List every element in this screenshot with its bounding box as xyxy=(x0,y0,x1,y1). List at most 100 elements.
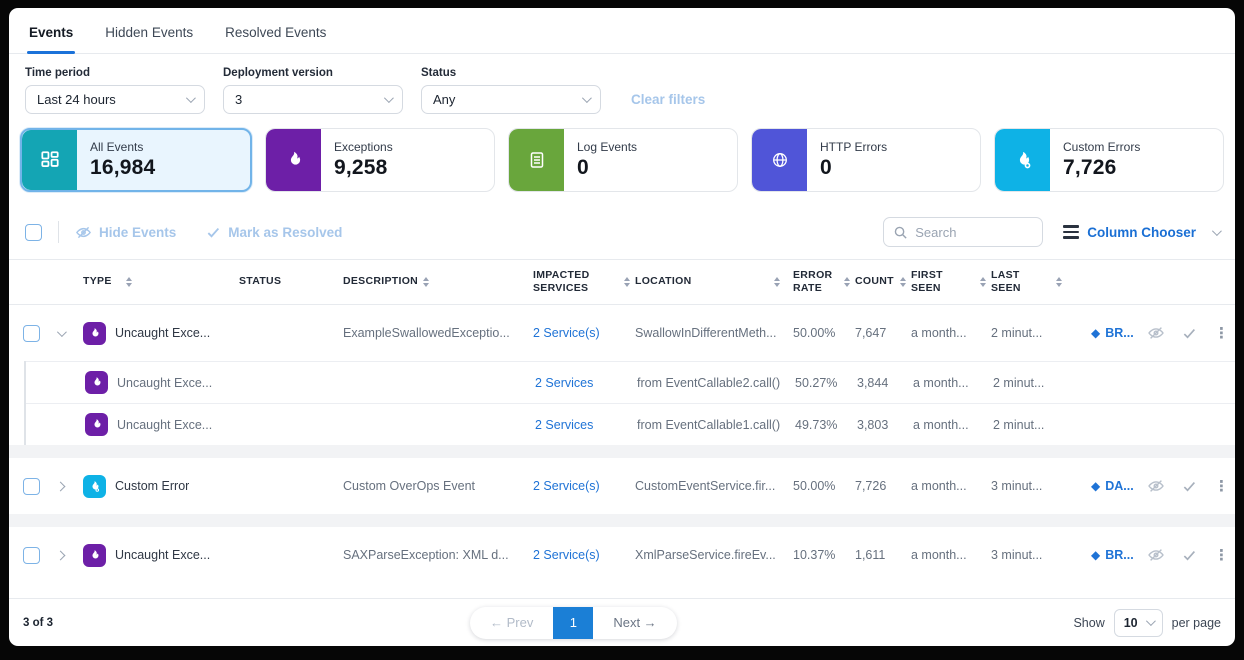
hide-event-icon[interactable] xyxy=(1147,546,1165,564)
table-toolbar: Hide Events Mark as Resolved Column Choo… xyxy=(9,208,1235,259)
table-subrow[interactable]: Uncaught Exce... 2 Services from EventCa… xyxy=(26,403,1235,445)
column-header-type[interactable]: TYPE xyxy=(83,275,235,288)
current-page-button[interactable]: 1 xyxy=(553,607,593,639)
services-link[interactable]: 2 Service(s) xyxy=(533,326,600,340)
row-checkbox[interactable] xyxy=(23,325,40,342)
row-group-separator xyxy=(9,514,1235,527)
event-description: Custom OverOps Event xyxy=(343,479,533,493)
row-checkbox[interactable] xyxy=(23,547,40,564)
table-row[interactable]: Custom Error Custom OverOps Event 2 Serv… xyxy=(9,458,1235,514)
row-checkbox[interactable] xyxy=(23,478,40,495)
row-count-summary: 3 of 3 xyxy=(23,617,53,629)
column-header-location[interactable]: LOCATION xyxy=(635,275,793,288)
filter-bar: Time period Last 24 hours Deployment ver… xyxy=(9,54,1235,126)
first-seen: a month... xyxy=(911,479,991,493)
sort-icon xyxy=(980,277,986,287)
chevron-down-icon xyxy=(1146,616,1156,626)
chevron-right-icon[interactable] xyxy=(56,550,66,560)
event-count: 7,647 xyxy=(855,326,911,340)
mark-resolved-button[interactable]: Mark as Resolved xyxy=(206,225,342,240)
card-exceptions[interactable]: Exceptions 9,258 xyxy=(265,128,495,192)
last-seen: 2 minut... xyxy=(991,326,1067,340)
services-link[interactable]: 2 Service(s) xyxy=(533,548,600,562)
kebab-menu-icon[interactable]: ⋮ xyxy=(1214,479,1229,494)
flame-icon xyxy=(83,322,106,345)
tab-events[interactable]: Events xyxy=(27,13,75,53)
sort-icon xyxy=(126,277,132,287)
show-label: Show xyxy=(1073,616,1104,630)
error-rate: 50.00% xyxy=(793,479,855,493)
first-seen: a month... xyxy=(911,548,991,562)
hide-events-button[interactable]: Hide Events xyxy=(75,224,176,241)
event-description: SAXParseException: XML d... xyxy=(343,548,533,562)
services-link[interactable]: 2 Services xyxy=(535,418,593,432)
deployment-version-select[interactable]: 3 xyxy=(223,85,403,114)
column-header-error-rate[interactable]: ERROR RATE xyxy=(793,269,855,295)
ticket-link[interactable]: DA... xyxy=(1105,479,1133,493)
table-row[interactable]: Uncaught Exce... SAXParseException: XML … xyxy=(9,527,1235,583)
next-page-button[interactable]: Next → xyxy=(593,615,676,630)
hide-event-icon[interactable] xyxy=(1147,324,1165,342)
hide-event-icon[interactable] xyxy=(1147,477,1165,495)
status-value: Any xyxy=(433,92,455,107)
select-all-checkbox[interactable] xyxy=(25,224,42,241)
chevron-down-icon xyxy=(1212,226,1222,236)
ticket-link[interactable]: BR... xyxy=(1105,548,1133,562)
sort-icon xyxy=(900,277,906,287)
jira-diamond-icon: ◆ xyxy=(1091,326,1100,340)
resolve-event-icon[interactable] xyxy=(1182,326,1197,341)
document-icon xyxy=(509,129,564,191)
column-header-count[interactable]: COUNT xyxy=(855,275,911,288)
card-http-errors[interactable]: HTTP Errors 0 xyxy=(751,128,981,192)
event-count: 1,611 xyxy=(855,548,911,562)
kebab-menu-icon[interactable]: ⋮ xyxy=(1214,326,1229,341)
card-all-events[interactable]: All Events 16,984 xyxy=(20,128,252,192)
chevron-down-icon[interactable] xyxy=(57,327,67,337)
time-period-select[interactable]: Last 24 hours xyxy=(25,85,205,114)
hide-events-label: Hide Events xyxy=(99,225,176,240)
card-value: 7,726 xyxy=(1063,156,1140,180)
search-icon xyxy=(893,225,908,240)
tab-hidden-events[interactable]: Hidden Events xyxy=(103,13,195,53)
first-seen: a month... xyxy=(913,376,993,390)
flame-gear-icon xyxy=(83,475,106,498)
tab-resolved-events[interactable]: Resolved Events xyxy=(223,13,328,53)
services-link[interactable]: 2 Services xyxy=(535,376,593,390)
page-size-control: Show 10 per page xyxy=(1073,609,1221,637)
events-panel: Events Hidden Events Resolved Events Tim… xyxy=(9,8,1235,646)
search-input[interactable] xyxy=(915,225,1025,240)
card-value: 0 xyxy=(820,156,887,180)
chevron-down-icon xyxy=(384,93,394,103)
chevron-down-icon xyxy=(186,93,196,103)
column-header-impacted-services[interactable]: IMPACTED SERVICES xyxy=(533,269,635,295)
kebab-menu-icon[interactable]: ⋮ xyxy=(1214,548,1229,563)
search-box[interactable] xyxy=(883,217,1043,247)
card-label: HTTP Errors xyxy=(820,140,887,154)
column-header-first-seen[interactable]: FIRST SEEN xyxy=(911,269,991,295)
card-label: All Events xyxy=(90,140,155,154)
card-label: Exceptions xyxy=(334,140,393,154)
table-subrow[interactable]: Uncaught Exce... 2 Services from EventCa… xyxy=(26,361,1235,403)
event-location: from EventCallable1.call() xyxy=(637,418,795,432)
resolve-event-icon[interactable] xyxy=(1182,479,1197,494)
clear-filters-button[interactable]: Clear filters xyxy=(631,92,705,107)
chevron-right-icon[interactable] xyxy=(56,481,66,491)
services-link[interactable]: 2 Service(s) xyxy=(533,479,600,493)
prev-page-button[interactable]: ← Prev xyxy=(470,615,553,630)
page-size-select[interactable]: 10 xyxy=(1114,609,1163,637)
column-header-description[interactable]: DESCRIPTION xyxy=(343,275,533,288)
resolve-event-icon[interactable] xyxy=(1182,548,1197,563)
column-header-last-seen[interactable]: LAST SEEN xyxy=(991,269,1067,295)
deployment-version-label: Deployment version xyxy=(223,67,403,79)
card-log-events[interactable]: Log Events 0 xyxy=(508,128,738,192)
card-custom-errors[interactable]: Custom Errors 7,726 xyxy=(994,128,1224,192)
column-chooser-button[interactable]: Column Chooser xyxy=(1063,225,1219,240)
hamburger-icon xyxy=(1063,225,1079,238)
pagination: ← Prev 1 Next → xyxy=(470,607,677,639)
ticket-link[interactable]: BR... xyxy=(1105,326,1133,340)
event-count: 3,803 xyxy=(857,418,913,432)
status-select[interactable]: Any xyxy=(421,85,601,114)
flame-icon xyxy=(85,413,108,436)
table-row[interactable]: Uncaught Exce... ExampleSwallowedExcepti… xyxy=(9,305,1235,361)
event-type: Uncaught Exce... xyxy=(115,326,210,340)
